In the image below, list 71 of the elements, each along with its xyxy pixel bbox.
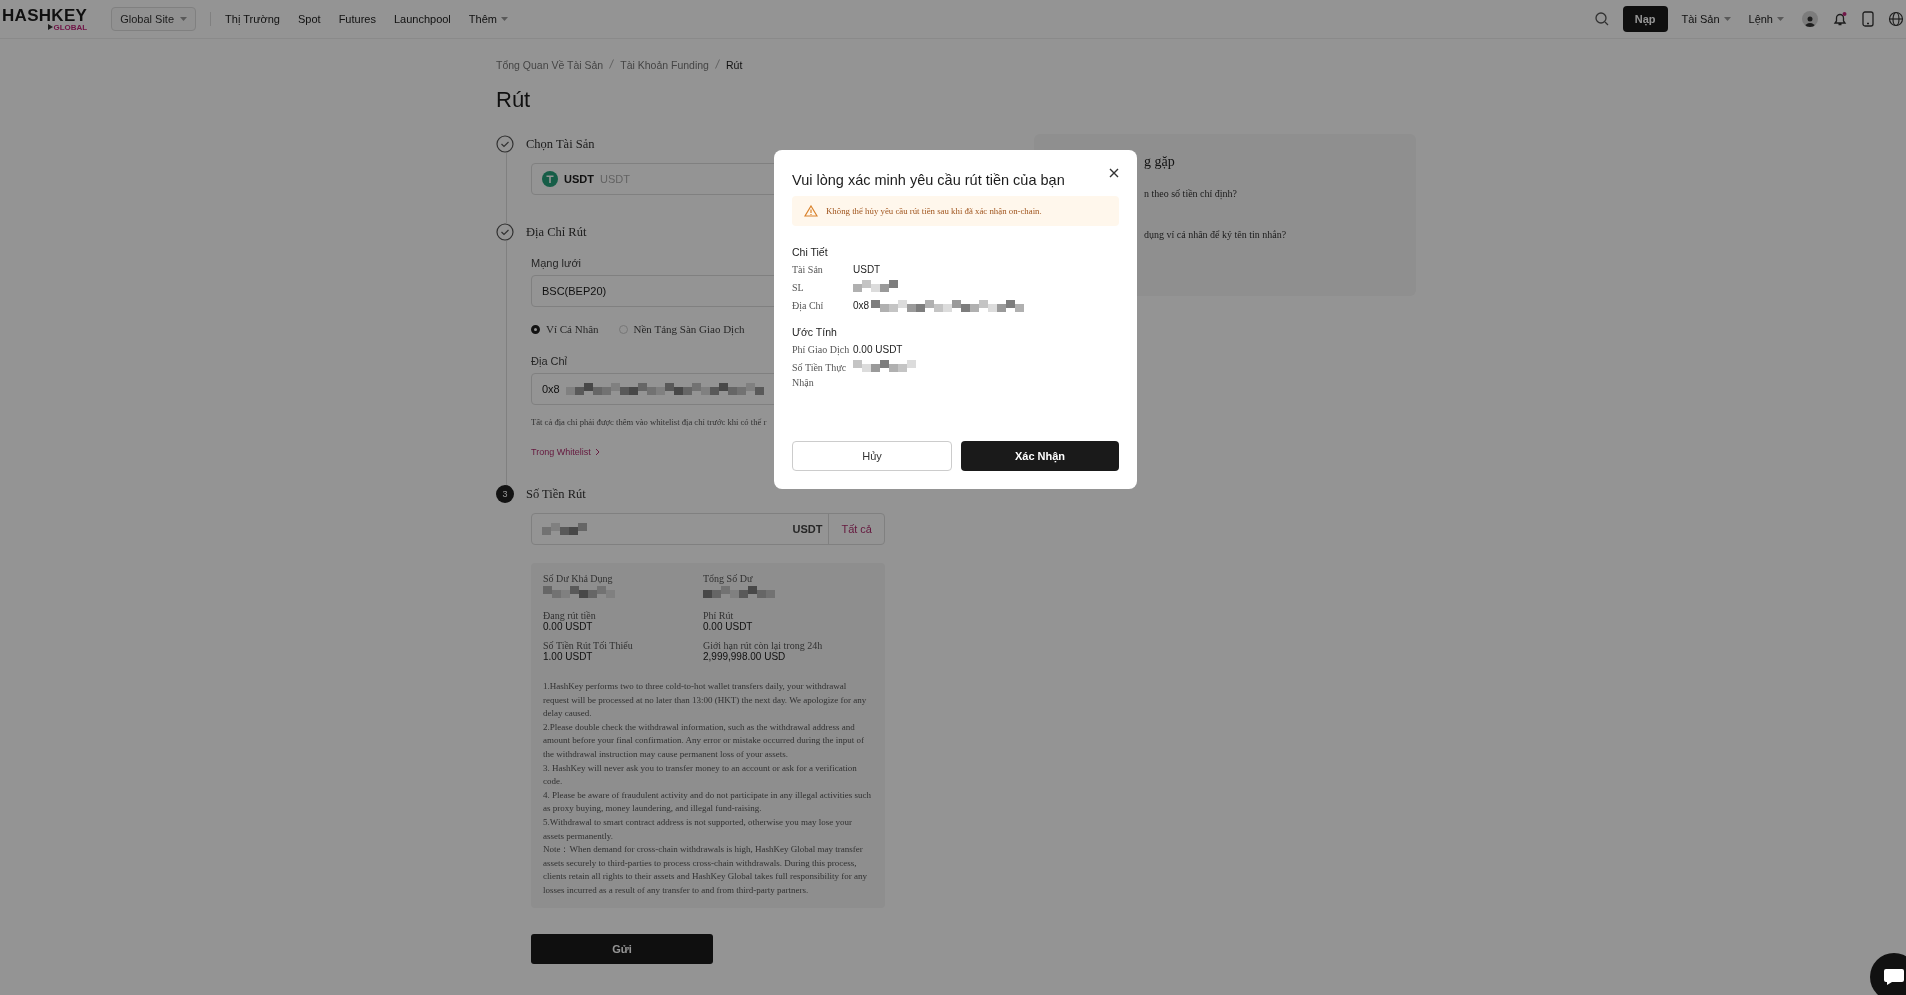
stat-label: Tổng Số Dư bbox=[703, 573, 754, 584]
chevron-right-icon bbox=[594, 448, 600, 456]
stat-value: 2,999,998.00 USD bbox=[703, 651, 786, 662]
amount-field[interactable]: USDT Tất cả bbox=[531, 513, 885, 545]
deposit-button[interactable]: Nạp bbox=[1622, 6, 1668, 32]
bell-icon[interactable] bbox=[1832, 11, 1848, 27]
page-title: Rút bbox=[496, 87, 532, 113]
all-button[interactable]: Tất cả bbox=[828, 514, 884, 544]
nav-link[interactable]: Futures bbox=[338, 13, 376, 25]
logo[interactable]: HASHKEY GLOBAL bbox=[2, 6, 88, 32]
note-text: 3. HashKey will never ask you to transfer money to an account or ask for a verification code. bbox=[543, 761, 858, 789]
note-text: 5.Withdrawal to smart contract address is not supported, otherwise you may lose your assets permanently. bbox=[543, 815, 854, 843]
submit-button[interactable]: Gửi bbox=[531, 933, 713, 964]
phone-icon[interactable] bbox=[1862, 11, 1874, 27]
tether-icon bbox=[542, 171, 558, 187]
radio-option[interactable]: Ví Cá Nhân bbox=[531, 323, 599, 335]
nav-menu[interactable]: Tài Sản bbox=[1681, 13, 1731, 25]
site-select[interactable]: Global Site bbox=[111, 7, 197, 31]
faq-link[interactable]: dụng ví cá nhân để ký tên tin nhắn? bbox=[1144, 229, 1416, 240]
pixelated-value-drawing bbox=[703, 586, 775, 598]
nav-menu[interactable]: Lệnh bbox=[1748, 13, 1784, 25]
detail-value: 0.00 USDT bbox=[853, 343, 903, 357]
nav-link[interactable]: Launchpool bbox=[393, 13, 451, 25]
avatar-icon[interactable] bbox=[1802, 11, 1818, 27]
warning-text: Không thể hủy yêu cầu rút tiền sau khi đã xác nhận on-chain. bbox=[826, 206, 1042, 216]
stat-label: Đang rút tiền bbox=[543, 610, 597, 621]
step-title: Chọn Tài Sản bbox=[526, 136, 595, 152]
pixelated-value-drawing bbox=[543, 586, 615, 598]
section-heading: Ước Tính bbox=[792, 326, 838, 338]
stat-label: Số Dư Khả Dụng bbox=[543, 573, 614, 584]
step-number: 3 bbox=[496, 485, 514, 503]
stat-value: 1.00 USDT bbox=[543, 651, 594, 662]
pixelated-value-drawing bbox=[542, 523, 587, 535]
breadcrumb-separator-icon bbox=[609, 59, 615, 69]
confirm-button[interactable]: Xác Nhận bbox=[961, 441, 1119, 471]
caret-icon bbox=[180, 17, 188, 21]
note-text: Note：When demand for cross-chain withdrawals is high, HashKey Global may transfer assets securely to third-parties to process cross-chain withdrawals. During this process, clients retain all rights to their assets and HashKey Global takes full responsibility for any losses incurred as a result of any transfer to and from third-party partners. bbox=[543, 843, 868, 897]
caret-icon bbox=[1723, 17, 1731, 21]
close-icon[interactable] bbox=[1109, 168, 1119, 178]
breadcrumb-link[interactable]: Tài Khoản Funding bbox=[620, 59, 709, 71]
cancel-button[interactable]: Hủy bbox=[792, 441, 952, 471]
faq-title: g gặp bbox=[1144, 154, 1176, 170]
caret-icon bbox=[500, 17, 508, 21]
step-title: Số Tiền Rút bbox=[526, 486, 586, 502]
detail-label: Tài Sản bbox=[792, 263, 824, 277]
nav-link[interactable]: Thị Trường bbox=[225, 13, 280, 25]
warning-icon bbox=[804, 205, 818, 217]
globe-icon[interactable] bbox=[1888, 11, 1904, 27]
stat-label: Phí Rút bbox=[703, 610, 735, 621]
faq-link[interactable]: n theo số tiền chỉ định? bbox=[1144, 188, 1416, 199]
note-text: 2.Please double check the withdrawal information, such as the withdrawal address and amount before your final confirmation. Any error or mistake occurred during the input of the withdrawal instruction may cause permanent loss of your assets. bbox=[543, 720, 865, 761]
nav-link[interactable]: Spot bbox=[298, 13, 321, 25]
note-text: 1.HashKey performs two to three cold-to-hot wallet transfers daily, your withdrawal request will be processed at no later than 13:00 (HKT) the next day. We apologize for any delay caused. bbox=[543, 680, 868, 721]
hint-text: Tất cả địa chỉ phải được thêm vào whitelist địa chỉ trước khi có thể r bbox=[531, 417, 767, 427]
chat-bubble-icon bbox=[1883, 968, 1905, 986]
breadcrumb-link[interactable]: Tổng Quan Về Tài Sản bbox=[496, 59, 604, 71]
section-heading: Chi Tiết bbox=[792, 246, 829, 258]
note-text: 4. Please be aware of fraudulent activity and do not participate in any illegal activities such as proxy buying, money laundering, and illegal fund-raising. bbox=[543, 788, 872, 816]
stat-value: 0.00 USDT bbox=[703, 621, 754, 632]
step-title: Địa Chỉ Rút bbox=[526, 224, 587, 240]
detail-label: SL bbox=[792, 281, 805, 295]
detail-value: USDT bbox=[853, 263, 881, 277]
breadcrumb-separator-icon bbox=[714, 59, 720, 69]
caret-icon bbox=[1777, 17, 1784, 21]
stat-label: Số Tiền Rút Tối Thiểu bbox=[543, 640, 634, 651]
detail-label: Phí Giao Dịch bbox=[792, 343, 851, 357]
search-icon[interactable] bbox=[1594, 12, 1609, 26]
radio-option[interactable]: Nền Tảng Sàn Giao Dịch bbox=[618, 323, 745, 335]
stat-value: 0.00 USDT bbox=[543, 621, 594, 632]
nav-link[interactable]: Thêm bbox=[468, 13, 508, 25]
stat-label: Giới hạn rút còn lại trong 24h bbox=[703, 640, 824, 651]
